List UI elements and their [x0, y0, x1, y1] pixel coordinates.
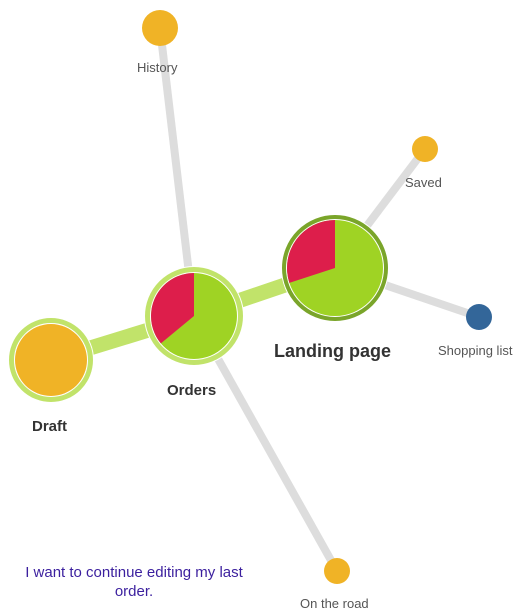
- node-saved[interactable]: [412, 136, 438, 162]
- scenario-caption: I want to continue editing my last order…: [25, 564, 243, 600]
- node-label-draft: Draft: [32, 418, 68, 435]
- node-label-shopping-list: Shopping list: [438, 343, 513, 358]
- node-label-on-the-road: On the road: [300, 596, 369, 611]
- node-label-orders: Orders: [167, 382, 217, 399]
- node-label-landing-page: Landing page: [274, 341, 391, 361]
- journey-diagram: [8, 10, 492, 584]
- node-landing[interactable]: [281, 214, 389, 322]
- node-shopping[interactable]: [466, 304, 492, 330]
- node-label-history: History: [137, 60, 178, 75]
- node-label-saved: Saved: [405, 175, 442, 190]
- node-draft[interactable]: [8, 317, 94, 403]
- node-dot: [324, 558, 350, 584]
- node-orders[interactable]: [144, 266, 244, 366]
- node-history[interactable]: [142, 10, 178, 46]
- node-dot: [466, 304, 492, 330]
- node-road[interactable]: [324, 558, 350, 584]
- node-dot: [15, 324, 87, 396]
- edges: [48, 27, 481, 573]
- node-dot: [412, 136, 438, 162]
- node-dot: [142, 10, 178, 46]
